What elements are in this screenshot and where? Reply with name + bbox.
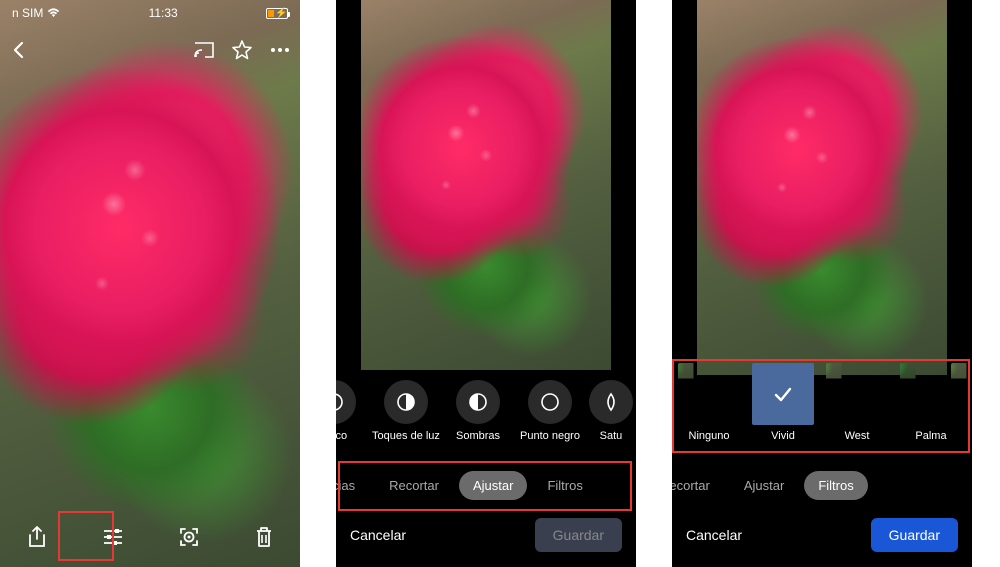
save-button[interactable]: Guardar — [535, 518, 622, 552]
edit-sliders-icon[interactable] — [102, 527, 124, 547]
bottom-bar — [0, 507, 300, 567]
back-icon[interactable] — [10, 41, 28, 59]
lens-icon[interactable] — [178, 526, 200, 548]
cancel-button[interactable]: Cancelar — [350, 527, 406, 543]
tab-filtros[interactable]: Filtros — [804, 471, 867, 500]
filter-label: Palma — [915, 430, 946, 442]
filter-thumb — [826, 363, 888, 425]
filter-label: Vivid — [771, 430, 795, 442]
filter-thumb — [678, 363, 740, 425]
status-bar: n SIM 11:33 ⚡ — [0, 0, 300, 26]
tab-ajustar[interactable]: Ajustar — [730, 471, 798, 500]
adjust-label: Punto negro — [520, 430, 580, 442]
adjustments-row[interactable]: lanco Toques de luz Sombras Punto negro Satu — [336, 371, 636, 451]
filter-thumb — [951, 363, 972, 425]
photo-editing[interactable] — [361, 0, 611, 370]
filter-thumb — [752, 363, 814, 425]
editor-tabs: ciasRecortarAjustarFiltros — [336, 463, 636, 507]
filter-m[interactable]: M — [970, 363, 972, 442]
tab-sugerencias[interactable]: cias — [336, 471, 369, 500]
cast-icon[interactable] — [194, 42, 214, 58]
filter-label: West — [845, 430, 870, 442]
editor-actions: Cancelar Guardar — [672, 513, 972, 557]
filter-vivid[interactable]: Vivid — [748, 363, 818, 442]
filter-west[interactable]: West — [822, 363, 892, 442]
top-actions — [0, 30, 300, 70]
punto-icon — [528, 380, 572, 424]
cancel-button[interactable]: Cancelar — [686, 527, 742, 543]
filters-row[interactable]: Ninguno Vivid West Palma M — [672, 359, 972, 451]
tab-filtros[interactable]: Filtros — [533, 471, 596, 500]
editor-adjust-screen: lanco Toques de luz Sombras Punto negro Satu… — [336, 0, 636, 567]
adjust-label: Sombras — [456, 430, 500, 442]
viewer-screen: n SIM 11:33 ⚡ — [0, 0, 300, 567]
filter-label: Ninguno — [689, 430, 730, 442]
toques-icon — [384, 380, 428, 424]
tab-recortar[interactable]: Recortar — [375, 471, 453, 500]
adjust-satu[interactable]: Satu — [586, 380, 636, 442]
filter-ninguno[interactable]: Ninguno — [674, 363, 744, 442]
adjust-sombras[interactable]: Sombras — [442, 380, 514, 442]
more-icon[interactable] — [270, 47, 290, 53]
blanco-icon — [336, 380, 356, 424]
editor-actions: Cancelar Guardar — [336, 513, 636, 557]
clock: 11:33 — [60, 6, 266, 20]
save-button[interactable]: Guardar — [871, 518, 958, 552]
adjust-label: Toques de luz — [372, 430, 440, 442]
adjust-blanco[interactable]: lanco — [336, 380, 370, 442]
satu-icon — [589, 380, 633, 424]
wifi-icon — [47, 8, 60, 18]
adjust-label: lanco — [336, 430, 347, 442]
sombras-icon — [456, 380, 500, 424]
tab-recortar[interactable]: Recortar — [672, 471, 724, 500]
photo-main[interactable] — [0, 0, 300, 567]
editor-filters-screen: Ninguno Vivid West Palma M RecortarAjustarFi… — [672, 0, 972, 567]
carrier-label: n SIM — [12, 6, 43, 20]
adjust-label: Satu — [600, 430, 623, 442]
photo-editing[interactable] — [697, 0, 947, 375]
adjust-toques[interactable]: Toques de luz — [370, 380, 442, 442]
trash-icon[interactable] — [255, 526, 273, 548]
star-icon[interactable] — [232, 40, 252, 60]
battery-icon: ⚡ — [266, 8, 288, 19]
check-icon — [771, 382, 795, 406]
adjust-punto[interactable]: Punto negro — [514, 380, 586, 442]
editor-tabs: RecortarAjustarFiltros — [672, 463, 972, 507]
share-icon[interactable] — [27, 526, 47, 548]
tab-ajustar[interactable]: Ajustar — [459, 471, 527, 500]
